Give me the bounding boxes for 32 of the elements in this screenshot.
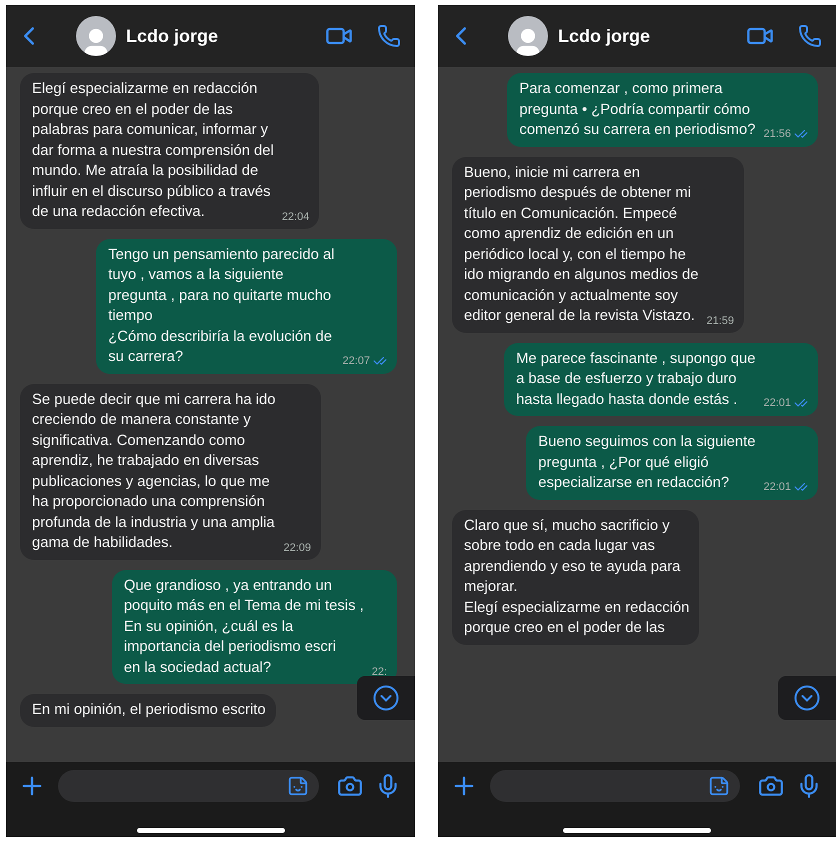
message-time: 22:07: [342, 354, 370, 366]
phone-call-icon[interactable]: [798, 24, 822, 48]
message-text: Me parece fascinante , supongo que a base de esfuerzo y trabajo duro hasta llegado hasta donde estás .: [516, 350, 756, 410]
message-text: Elegí especializarme en redacción porque creo en el poder de las palabras para comunicar, informar y dar forma a nuestra comprensión del mundo. Me atraía la posibilidad de influir en el discurso público a través de una redacción efectiva.: [32, 80, 274, 222]
sticker-icon[interactable]: [287, 775, 309, 797]
message-time: 22:09: [283, 542, 312, 554]
message-text: Tengo un pensamiento parecido al tuyo , vamos a la siguiente pregunta , para no quitarte mucho tiempo ¿Cómo describiría la evolución de su carrera?: [108, 246, 334, 367]
message-time: 22:: [372, 666, 387, 678]
message-time: 21:56: [763, 128, 791, 140]
message-input-field[interactable]: [58, 770, 319, 802]
message-text: Bueno, inicie mi carrera en periodismo después de obtener mi título en Comunicación. Empecé como aprendiz de edición en un periódico local y, con el tiempo he ido migrando en algunos medios de comunicación y actualmente soy editor general de la revista Vistazo.: [464, 164, 698, 326]
avatar-icon: [508, 16, 548, 56]
message-text: Bueno seguimos con la siguiente pregunta , ¿Por qué eligió especializarse en redacción?: [538, 433, 756, 493]
message-text: Claro que sí, mucho sacrificio y sobre todo en cada lugar vas aprendiendo y eso te ayuda para mejorar. Elegí especializarme en redacción porque creo en el poder de las: [464, 516, 690, 638]
message-text: Que grandioso , ya entrando un poquito más en el Tema de mi tesis , En su opinión, ¿cuál es la importancia del periodismo escri en la sociedad actual?: [124, 576, 364, 678]
message-input-field[interactable]: [490, 770, 740, 802]
message-time: 22:04: [282, 210, 310, 222]
scroll-down-button[interactable]: [778, 676, 836, 720]
phone-call-icon[interactable]: [377, 24, 401, 48]
message-text: Para comenzar , como primera pregunta • ¿Podría compartir cómo comenzó su carrera en periodismo?: [519, 80, 756, 140]
message-time: 22:01: [763, 397, 791, 409]
chevron-down-icon: [373, 685, 399, 711]
message-text: Se puede decir que mi carrera ha ido creciendo de manera constante y significativa. Comenzando como aprendiz, he trabajado en diversas publicaciones y agencias, lo que me ha proporcionado una comprensión profunda de la industria y una amplia gama de habilidades.: [32, 390, 276, 553]
sticker-icon[interactable]: [708, 775, 730, 797]
scroll-down-button[interactable]: [357, 676, 415, 720]
message-time: 21:59: [706, 314, 734, 326]
message-time: 22:01: [763, 480, 791, 492]
chevron-down-icon: [794, 685, 820, 711]
avatar-icon: [76, 16, 116, 56]
contact-name[interactable]: Lcdo jorge: [126, 26, 315, 46]
contact-name[interactable]: Lcdo jorge: [558, 26, 736, 46]
message-text: En mi opinión, el periodismo escrito: [32, 701, 266, 720]
